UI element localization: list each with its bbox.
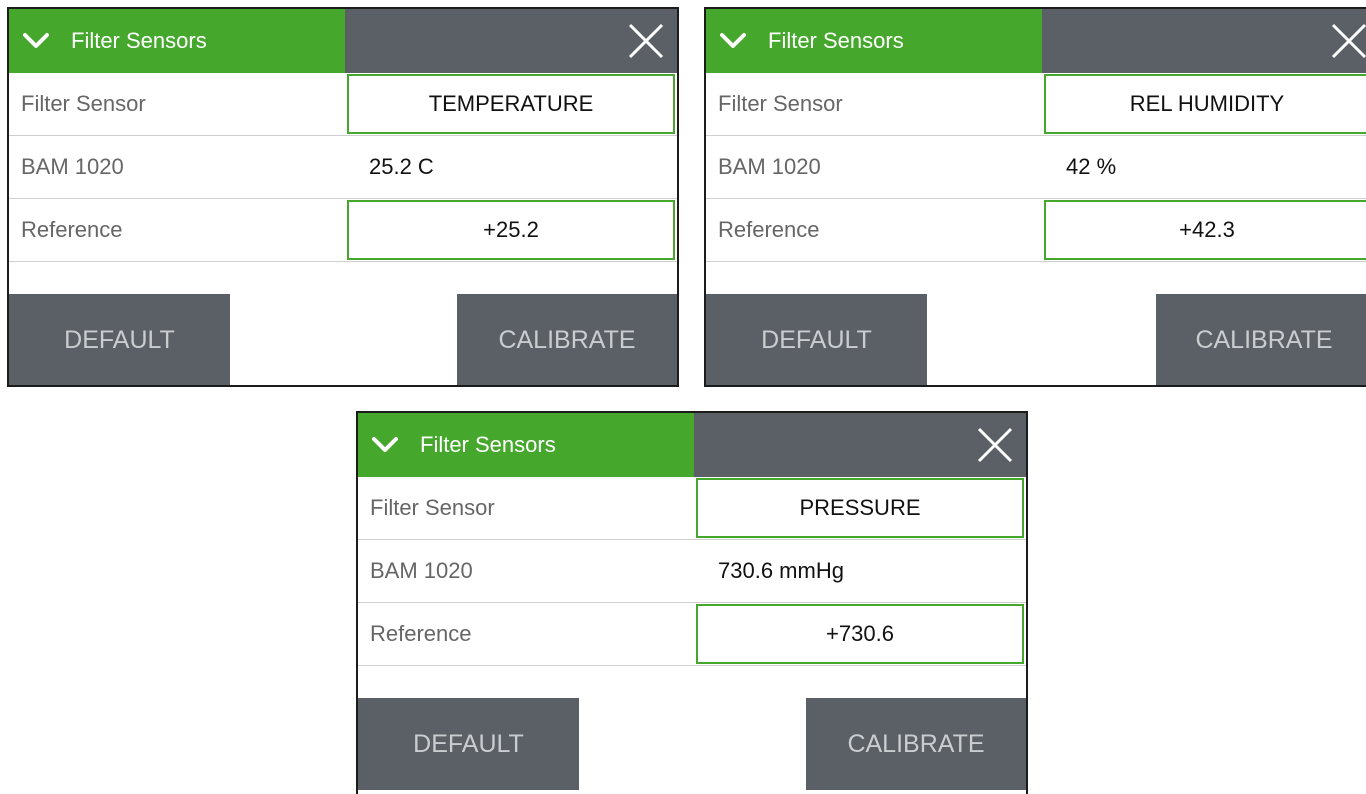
chevron-down-icon[interactable] <box>21 30 51 52</box>
bam-1020-value: 730.6 mmHg <box>718 558 844 583</box>
filter-sensor-row: Filter Sensor PRESSURE <box>358 477 1026 540</box>
button-bar: DEFAULT CALIBRATE <box>706 262 1366 385</box>
reference-label: Reference <box>370 621 472 646</box>
close-icon[interactable] <box>1328 20 1366 62</box>
close-icon[interactable] <box>974 424 1016 466</box>
panel-header: Filter Sensors <box>9 9 677 73</box>
collapse-toggle[interactable]: Filter Sensors <box>358 413 694 477</box>
header-bar <box>345 9 677 73</box>
reference-row: Reference +42.3 <box>706 199 1366 262</box>
reference-input[interactable]: +42.3 <box>1044 200 1366 260</box>
panel-title: Filter Sensors <box>71 28 207 53</box>
header-bar <box>694 413 1026 477</box>
panel-title: Filter Sensors <box>420 432 556 457</box>
filter-sensors-panel-humidity: Filter Sensors Filter Sensor REL HUMIDIT… <box>704 7 1366 387</box>
reference-input[interactable]: +25.2 <box>347 200 675 260</box>
bam-1020-row: BAM 1020 42 % <box>706 136 1366 199</box>
reference-row: Reference +25.2 <box>9 199 677 262</box>
chevron-down-icon[interactable] <box>370 434 400 456</box>
button-bar: DEFAULT CALIBRATE <box>358 666 1026 792</box>
filter-sensor-select[interactable]: PRESSURE <box>696 478 1024 538</box>
collapse-toggle[interactable]: Filter Sensors <box>706 9 1042 73</box>
filter-sensor-select[interactable]: REL HUMIDITY <box>1044 74 1366 134</box>
reference-label: Reference <box>718 217 820 242</box>
bam-1020-value: 25.2 C <box>369 154 434 179</box>
reference-label: Reference <box>21 217 123 242</box>
filter-sensor-select[interactable]: TEMPERATURE <box>347 74 675 134</box>
filter-sensor-row: Filter Sensor REL HUMIDITY <box>706 73 1366 136</box>
bam-1020-row: BAM 1020 25.2 C <box>9 136 677 199</box>
reference-input[interactable]: +730.6 <box>696 604 1024 664</box>
bam-1020-value: 42 % <box>1066 154 1117 179</box>
default-button[interactable]: DEFAULT <box>706 294 927 385</box>
header-bar <box>1042 9 1366 73</box>
bam-1020-row: BAM 1020 730.6 mmHg <box>358 540 1026 603</box>
bam-1020-label: BAM 1020 <box>370 558 473 583</box>
calibrate-button[interactable]: CALIBRATE <box>457 294 677 385</box>
bam-1020-label: BAM 1020 <box>718 154 821 179</box>
chevron-down-icon[interactable] <box>718 30 748 52</box>
calibrate-button[interactable]: CALIBRATE <box>1156 294 1366 385</box>
panel-header: Filter Sensors <box>358 413 1026 477</box>
filter-sensor-label: Filter Sensor <box>718 91 843 116</box>
panel-header: Filter Sensors <box>706 9 1366 73</box>
default-button[interactable]: DEFAULT <box>9 294 230 385</box>
calibrate-button[interactable]: CALIBRATE <box>806 698 1026 790</box>
filter-sensors-panel-temperature: Filter Sensors Filter Sensor TEMPERATURE… <box>7 7 679 387</box>
collapse-toggle[interactable]: Filter Sensors <box>9 9 345 73</box>
filter-sensor-row: Filter Sensor TEMPERATURE <box>9 73 677 136</box>
filter-sensor-label: Filter Sensor <box>21 91 146 116</box>
filter-sensors-panel-pressure: Filter Sensors Filter Sensor PRESSURE BA… <box>356 411 1028 794</box>
default-button[interactable]: DEFAULT <box>358 698 579 790</box>
panel-title: Filter Sensors <box>768 28 904 53</box>
button-bar: DEFAULT CALIBRATE <box>9 262 677 385</box>
reference-row: Reference +730.6 <box>358 603 1026 666</box>
filter-sensor-label: Filter Sensor <box>370 495 495 520</box>
close-icon[interactable] <box>625 20 667 62</box>
bam-1020-label: BAM 1020 <box>21 154 124 179</box>
